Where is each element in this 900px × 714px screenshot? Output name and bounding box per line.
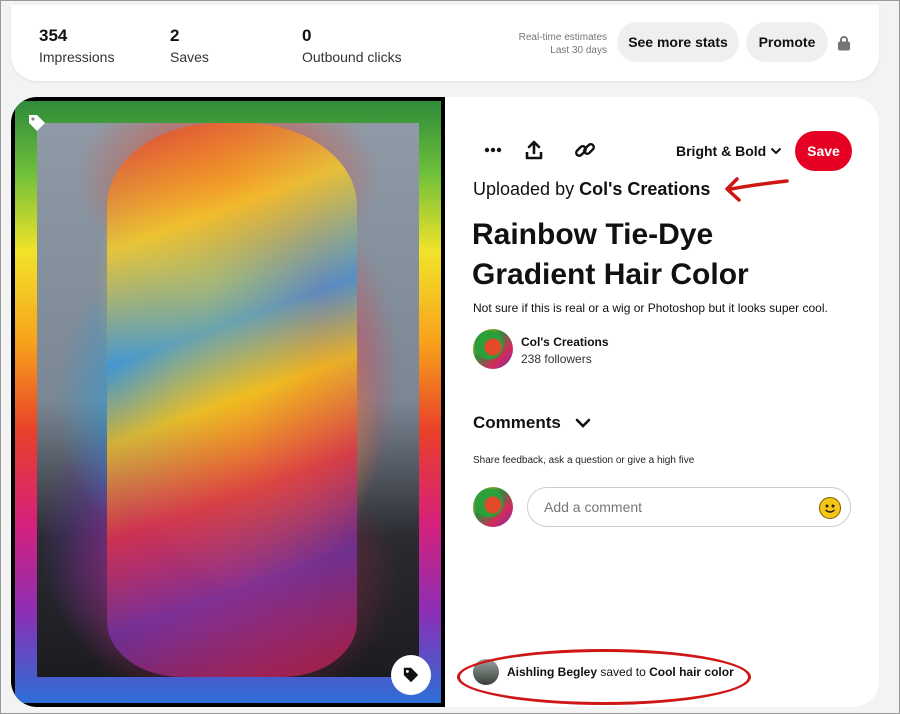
estimates-line2: Last 30 days — [550, 45, 607, 56]
uploaded-by: Uploaded by Col's Creations — [473, 179, 710, 200]
annotation-ellipse — [457, 649, 751, 705]
uploaded-prefix: Uploaded by — [473, 179, 575, 199]
smiley-face — [825, 504, 835, 513]
pin-description: Not sure if this is real or a wig or Pho… — [473, 301, 828, 315]
save-button[interactable]: Save — [795, 131, 852, 171]
stats-bar: 354 Impressions 2 Saves 0 Outbound click… — [11, 5, 879, 81]
comment-input[interactable]: Add a comment — [527, 487, 851, 527]
copy-link-button[interactable] — [570, 135, 600, 165]
rainbow-hair — [107, 123, 357, 677]
link-icon — [575, 143, 595, 157]
creator-followers: 238 followers — [521, 352, 592, 366]
outbound-clicks-label: Outbound clicks — [302, 49, 402, 65]
pin-image[interactable] — [37, 123, 419, 677]
share-button[interactable] — [519, 135, 549, 165]
share-icon — [525, 140, 543, 160]
chevron-down-icon — [575, 418, 591, 428]
estimates-note: Real-time estimates Last 30 days — [519, 31, 607, 57]
tag-icon-top[interactable] — [19, 105, 55, 141]
outbound-clicks-stat: 0 Outbound clicks — [302, 26, 402, 66]
board-selector[interactable]: Bright & Bold — [676, 143, 782, 159]
tag-icon — [403, 667, 419, 683]
saves-label: Saves — [170, 49, 209, 65]
product-tag-button[interactable] — [391, 655, 431, 695]
lock-icon[interactable] — [837, 35, 851, 51]
saves-value: 2 — [170, 26, 180, 45]
uploader-link[interactable]: Col's Creations — [579, 179, 710, 199]
more-icon — [484, 147, 502, 153]
see-more-stats-button[interactable]: See more stats — [617, 22, 739, 62]
creator-name[interactable]: Col's Creations — [521, 335, 609, 349]
impressions-value: 354 — [39, 26, 68, 45]
comments-toggle[interactable]: Comments — [473, 413, 591, 433]
promote-button[interactable]: Promote — [746, 22, 828, 62]
more-options-button[interactable] — [478, 135, 508, 165]
pin-image-frame — [11, 97, 445, 707]
pin-title: Rainbow Tie-Dye Gradient Hair Color — [472, 218, 749, 291]
outbound-clicks-value: 0 — [302, 26, 312, 45]
comments-heading: Comments — [473, 413, 561, 432]
comments-hint: Share feedback, ask a question or give a… — [473, 455, 695, 466]
pin-details: Bright & Bold Save Uploaded by Col's Cre… — [445, 97, 879, 707]
estimates-line1: Real-time estimates — [518, 32, 607, 43]
creator-avatar[interactable] — [473, 329, 513, 369]
annotation-arrow — [725, 177, 789, 202]
board-name: Bright & Bold — [676, 143, 767, 159]
tag-icon — [29, 115, 45, 131]
pin-card: Bright & Bold Save Uploaded by Col's Cre… — [11, 97, 879, 707]
emoji-icon[interactable] — [819, 497, 841, 519]
impressions-label: Impressions — [39, 49, 115, 65]
impressions-stat: 354 Impressions — [39, 26, 115, 66]
current-user-avatar — [473, 487, 513, 527]
saves-stat: 2 Saves — [170, 26, 209, 66]
chevron-down-icon — [771, 147, 782, 155]
